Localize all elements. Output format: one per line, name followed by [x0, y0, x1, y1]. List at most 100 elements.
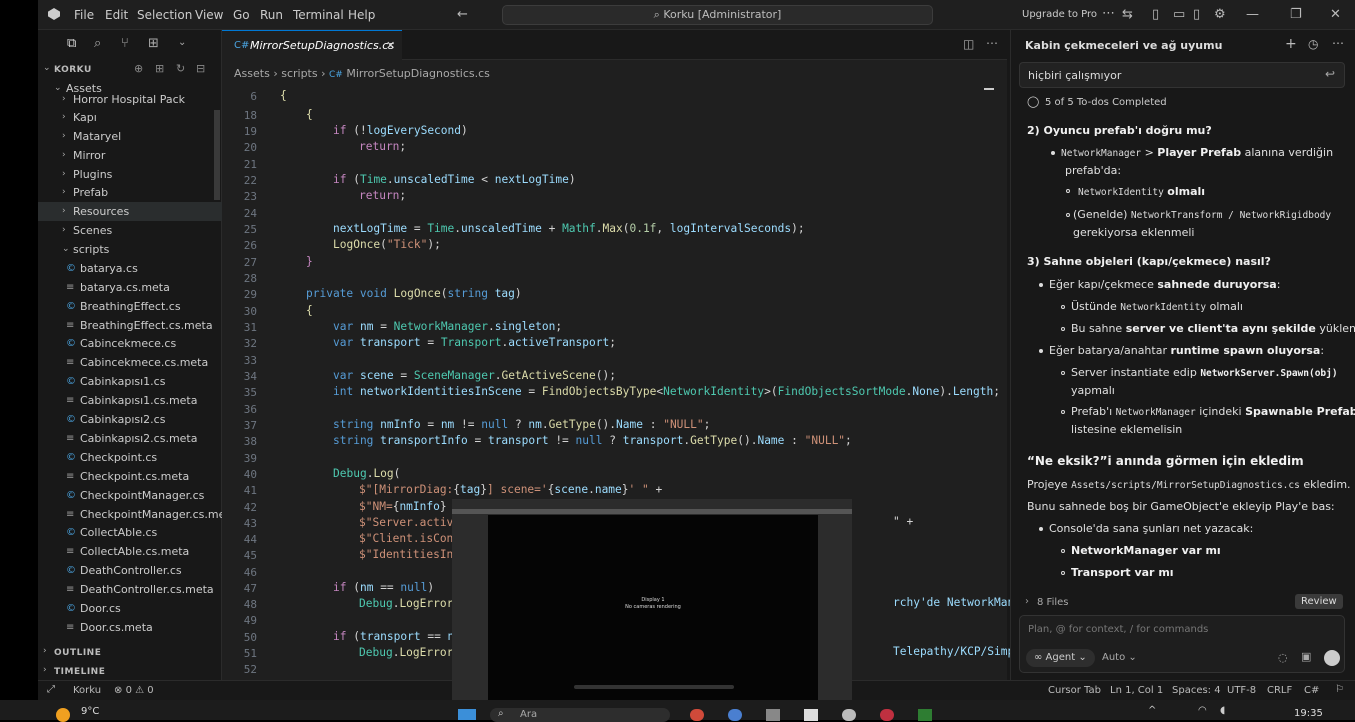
tree-file[interactable]: ≡ BreathingEffect.cs.meta: [38, 316, 222, 335]
code-line[interactable]: Debug.LogError: [359, 597, 453, 610]
chrome-icon[interactable]: [690, 709, 704, 721]
notifications-icon[interactable]: ⚐: [1335, 684, 1344, 695]
code-line[interactable]: return;: [359, 189, 406, 202]
tree-file[interactable]: © Cabincekmece.cs: [38, 334, 222, 353]
menu-go[interactable]: Go: [233, 8, 250, 22]
tree-file[interactable]: © BreathingEffect.cs: [38, 297, 222, 316]
game-view-window[interactable]: Display 1 No cameras rendering: [488, 515, 818, 701]
tree-file[interactable]: © batarya.cs: [38, 259, 222, 278]
todos-status[interactable]: ◯ 5 of 5 To-dos Completed: [1019, 94, 1345, 112]
unity-game-view-overlay[interactable]: Display 1 No cameras rendering: [452, 499, 852, 704]
tree-file[interactable]: ≡ Cabinkapısı2.cs.meta: [38, 429, 222, 448]
code-line[interactable]: {: [306, 304, 313, 317]
timeline-section[interactable]: TIMELINE: [54, 667, 105, 677]
menu-help[interactable]: Help: [348, 8, 375, 22]
cursor-position[interactable]: Ln 1, Col 1: [1110, 685, 1163, 696]
start-icon[interactable]: [458, 709, 476, 720]
tree-file[interactable]: ≡ CheckpointManager.cs.meta: [38, 505, 236, 524]
maximize-icon[interactable]: ❐: [1290, 7, 1302, 22]
refresh-icon[interactable]: ↻: [176, 62, 185, 75]
code-line[interactable]: $"Server.activ: [359, 516, 453, 529]
back-arrow-icon[interactable]: ←: [457, 7, 468, 22]
previous-prompt-box[interactable]: hiçbiri çalışmıyor ↩: [1019, 62, 1345, 88]
tree-file[interactable]: ≡ Cabincekmece.cs.meta: [38, 353, 222, 372]
menu-terminal[interactable]: Terminal: [293, 8, 344, 22]
code-line[interactable]: private void LogOnce(string tag): [306, 287, 522, 300]
breadcrumb-file[interactable]: MirrorSetupDiagnostics.cs: [346, 67, 490, 80]
app-icon[interactable]: [766, 709, 780, 721]
outline-section[interactable]: OUTLINE: [54, 648, 101, 658]
encoding[interactable]: UTF-8: [1227, 685, 1256, 696]
tree-folder[interactable]: › Mirror: [38, 146, 222, 165]
split-editor-icon[interactable]: ◫: [963, 37, 974, 51]
tree-file[interactable]: ≡ batarya.cs.meta: [38, 278, 222, 297]
explorer-title[interactable]: KORKU: [54, 65, 92, 75]
workspace-name[interactable]: Korku: [73, 685, 101, 696]
tree-file[interactable]: ≡ CollectAble.cs.meta: [38, 542, 222, 561]
indentation[interactable]: Spaces: 4: [1172, 685, 1221, 696]
code-line[interactable]: {: [280, 89, 287, 102]
code-line[interactable]: }: [306, 255, 313, 268]
tree-file[interactable]: © Cabinkapısı1.cs: [38, 372, 222, 391]
close-window-icon[interactable]: ✕: [1330, 7, 1341, 22]
menu-run[interactable]: Run: [260, 8, 283, 22]
toggle-sidebar-icon[interactable]: ▯: [1152, 7, 1159, 22]
tree-folder[interactable]: › Kapı: [38, 108, 222, 127]
code-line[interactable]: if (nm == null): [333, 581, 434, 594]
close-tab-icon[interactable]: ✕: [386, 31, 395, 60]
explorer-collapse-chevron-icon[interactable]: ⌄: [43, 63, 51, 73]
breadcrumb-assets[interactable]: Assets: [234, 67, 270, 80]
code-line[interactable]: string nmInfo = nm != null ? nm.GetType(…: [333, 418, 710, 431]
new-chat-plus-icon[interactable]: +: [1285, 36, 1297, 52]
code-line[interactable]: LogOnce("Tick");: [333, 238, 441, 251]
tab-mirror-setup-diagnostics[interactable]: C# MirrorSetupDiagnostics.cs ✕: [222, 30, 402, 60]
tree-file[interactable]: ≡ Door.cs.meta: [38, 618, 222, 637]
tree-folder[interactable]: › Scenes: [38, 221, 222, 240]
tree-file[interactable]: © Door.cs: [38, 599, 222, 618]
code-line[interactable]: {: [306, 108, 313, 121]
line-ending[interactable]: CRLF: [1267, 685, 1292, 696]
language-mode[interactable]: C#: [1304, 685, 1319, 696]
code-line[interactable]: Debug.Log(: [333, 467, 400, 480]
code-line[interactable]: nextLogTime = Time.unscaledTime + Mathf.…: [333, 222, 805, 235]
microphone-icon[interactable]: [1324, 650, 1340, 666]
cursor-tab-status[interactable]: Cursor Tab: [1048, 685, 1101, 696]
code-line[interactable]: var transport = Transport.activeTranspor…: [333, 336, 616, 349]
remote-icon[interactable]: ⤢: [47, 684, 55, 695]
code-line[interactable]: return;: [359, 140, 406, 153]
volume-icon[interactable]: ◖: [1220, 705, 1225, 716]
new-folder-icon[interactable]: ⊞: [155, 62, 164, 75]
image-attach-icon[interactable]: ▣: [1301, 650, 1311, 663]
tree-file[interactable]: ≡ Cabinkapısı1.cs.meta: [38, 391, 222, 410]
app-icon[interactable]: [804, 709, 818, 721]
undo-icon[interactable]: ↩: [1325, 67, 1335, 81]
breadcrumb-scripts[interactable]: scripts: [281, 67, 317, 80]
tree-file[interactable]: ≡ DeathController.cs.meta: [38, 580, 222, 599]
tree-folder[interactable]: › Resources: [38, 202, 222, 221]
code-line[interactable]: if (transport == n: [333, 630, 454, 643]
code-line[interactable]: if (Time.unscaledTime < nextLogTime): [333, 173, 576, 186]
tree-file[interactable]: ≡ Checkpoint.cs.meta: [38, 467, 222, 486]
tree-file[interactable]: © DeathController.cs: [38, 561, 222, 580]
tree-scrollbar[interactable]: [214, 110, 220, 200]
code-line[interactable]: $"IdentitiesIn: [359, 548, 453, 561]
more-icon[interactable]: ⋯: [1102, 6, 1115, 21]
code-line[interactable]: $"[MirrorDiag:{tag}] scene='{scene.name}…: [359, 483, 662, 496]
app-icon[interactable]: [842, 709, 856, 721]
new-file-icon[interactable]: ⊕: [134, 62, 143, 75]
menu-edit[interactable]: Edit: [105, 8, 128, 22]
history-icon[interactable]: ◷: [1308, 37, 1318, 51]
code-line[interactable]: $"NM={nmInfo}: [359, 500, 447, 513]
minimize-icon[interactable]: —: [1246, 7, 1259, 22]
tree-file[interactable]: © Checkpoint.cs: [38, 448, 222, 467]
clock[interactable]: 19:35: [1294, 708, 1323, 719]
chevron-down-icon[interactable]: ⌄: [178, 37, 186, 48]
menu-selection[interactable]: Selection: [137, 8, 192, 22]
chat-input-box[interactable]: Plan, @ for context, / for commands ∞ Ag…: [1019, 615, 1345, 673]
tree-file[interactable]: © CheckpointManager.cs: [38, 486, 222, 505]
command-center-search[interactable]: ⌕ Korku [Administrator]: [502, 5, 933, 25]
problems-indicator[interactable]: ⊗ 0 ⚠ 0: [114, 685, 154, 696]
chat-more-icon[interactable]: ⋯: [1332, 36, 1344, 50]
more-actions-icon[interactable]: ⋯: [986, 36, 998, 50]
extensions-icon[interactable]: ⊞: [148, 36, 159, 51]
